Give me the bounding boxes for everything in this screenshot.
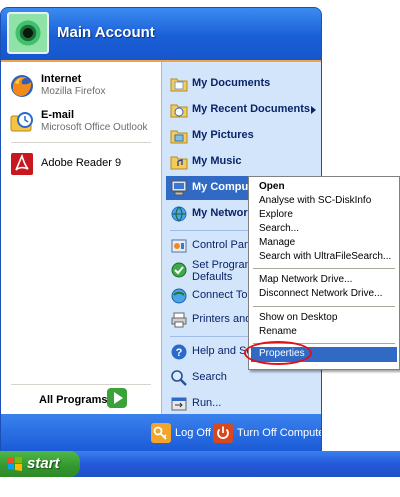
help-icon: ? [171,344,187,360]
ctx-label: Show on Desktop [259,312,338,323]
place-label: My Documents [192,77,271,89]
folder-music-icon [170,156,188,170]
ctx-label: Open [259,181,285,192]
windows-flag-icon [8,457,22,471]
log-off-button[interactable]: Log Off [151,423,211,445]
outlook-icon [10,112,33,132]
program-access-icon [171,262,187,278]
svg-text:?: ? [176,347,183,359]
taskbar: start [0,451,400,477]
ctx-divider [253,306,395,307]
ctx-label: Map Network Drive... [259,274,353,285]
ctx-label: Analyse with SC-DiskInfo [259,195,372,206]
folder-documents-icon [170,78,188,92]
pinned-programs-column: Internet Mozilla Firefox E-mail Microsof… [1,62,161,384]
ctx-label: Search... [259,223,300,234]
pinned-email[interactable]: E-mail Microsoft Office Outlook [5,104,157,140]
ctx-divider [253,268,395,269]
left-divider [11,142,151,143]
all-programs-divider [11,384,151,385]
place-my-music[interactable]: My Music [166,150,318,174]
place-label: My Music [192,155,242,167]
start-button[interactable]: start [0,451,80,477]
control-panel-icon [171,239,187,253]
all-programs-button[interactable]: All Programs [1,384,161,414]
folder-pictures-icon [170,130,188,144]
recent-label: Adobe Reader 9 [41,157,122,169]
pinned-title: E-mail [41,109,75,121]
start-label: start [27,455,60,472]
ctx-disconnect-network-drive[interactable]: Disconnect Network Drive... [251,287,397,302]
ctx-rename[interactable]: Rename [251,325,397,340]
place-label: My Recent Documents [192,103,310,115]
ctx-label: Explore [259,209,293,220]
ctx-explore[interactable]: Explore [251,208,397,223]
help-label: Search [192,371,227,383]
ctx-label: Disconnect Network Drive... [259,288,383,299]
pinned-title: Internet [41,73,82,85]
place-label: My Pictures [192,129,254,141]
place-my-recent-documents[interactable]: My Recent Documents [166,98,318,122]
annotation-ellipse [244,341,312,365]
turn-off-computer-button[interactable]: Turn Off Computer [213,423,321,445]
key-icon [151,423,171,443]
ctx-open[interactable]: Open [251,180,397,195]
menu-header: Main Account [1,8,321,62]
ctx-manage[interactable]: Manage [251,236,397,251]
tool-label-line1: Set Program [192,259,254,271]
ctx-show-on-desktop[interactable]: Show on Desktop [251,311,397,326]
recent-adobe-reader[interactable]: Adobe Reader 9 [5,146,157,182]
pinned-subtitle: Mozilla Firefox [41,86,106,97]
ctx-search[interactable]: Search... [251,222,397,237]
tool-label: Connect To [192,289,248,301]
printer-icon [171,312,187,328]
firefox-icon [11,75,33,97]
start-menu-footer: Log Off Turn Off Computer [1,414,321,452]
computer-icon [171,180,187,196]
help-label: Run... [192,397,222,409]
run-item[interactable]: Run... [166,392,318,416]
ctx-search-ultrafilesearch[interactable]: Search with UltraFileSearch... [251,250,397,265]
power-icon [213,423,233,443]
recent-documents-icon [170,104,188,118]
tool-label-line2: Defaults [192,271,233,283]
ctx-label: Rename [259,326,297,337]
arrow-right-icon [107,388,127,408]
place-my-pictures[interactable]: My Pictures [166,124,318,148]
ctx-analyse-sc-diskinfo[interactable]: Analyse with SC-DiskInfo [251,194,397,209]
desktop-area [0,477,400,497]
ctx-label: Manage [259,237,296,248]
all-programs-label: All Programs [39,394,108,406]
pinned-subtitle: Microsoft Office Outlook [41,122,148,133]
run-icon [171,397,187,411]
turn-off-label: Turn Off Computer [237,427,322,439]
connect-icon [171,288,187,304]
network-icon [171,206,187,222]
adobe-reader-icon [11,153,33,175]
place-my-documents[interactable]: My Documents [166,72,318,96]
pinned-internet[interactable]: Internet Mozilla Firefox [5,68,157,104]
log-off-label: Log Off [175,427,211,439]
account-name: Main Account [57,24,155,41]
submenu-arrow-icon [311,106,316,114]
ctx-label: Search with UltraFileSearch... [259,251,392,262]
user-avatar[interactable] [7,12,49,54]
search-icon [171,370,187,386]
ctx-map-network-drive[interactable]: Map Network Drive... [251,273,397,288]
